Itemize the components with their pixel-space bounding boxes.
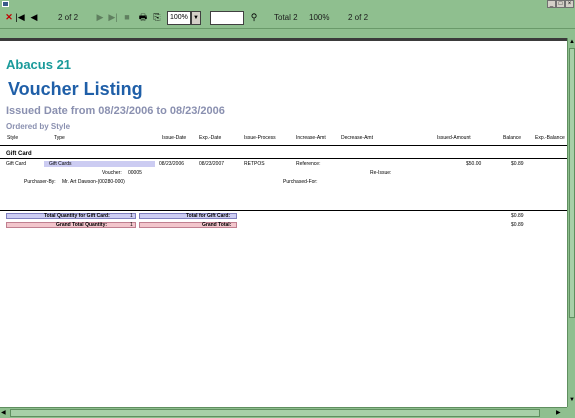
column-header-balance: Balance	[503, 135, 522, 141]
vertical-scrollbar[interactable]: ▲ ▼	[567, 38, 575, 407]
row-style: Gift Card	[6, 161, 27, 167]
purchaser-name: Mr. Art Dawson-(00280-000)	[62, 179, 125, 185]
scroll-up-icon[interactable]: ▲	[569, 39, 575, 45]
stop-load-icon[interactable]: ■	[121, 11, 133, 24]
section-title: Gift Card	[6, 151, 32, 157]
row-issue-process: RETPOS	[244, 161, 265, 167]
grand-total-value: $0.89	[511, 222, 524, 228]
report-title: Voucher Listing	[8, 79, 143, 99]
report-page: Abacus 21 Voucher Listing Issued Date fr…	[0, 38, 567, 407]
last-page-icon[interactable]: ▶|	[107, 11, 119, 24]
binoculars-search-icon[interactable]: ⚲	[248, 11, 260, 24]
total-value: $0.89	[511, 213, 524, 219]
totals-rule	[0, 210, 567, 211]
total-qty-value: 1	[130, 213, 133, 219]
row-issued-amount: $50.00	[466, 161, 482, 167]
grand-qty-label: Grand Total Quantity:	[56, 222, 108, 228]
next-page-icon[interactable]: ▶	[94, 11, 106, 24]
previous-page-icon[interactable]: ◀	[28, 11, 40, 24]
issued-date-range: Issued Date from 08/23/2006 to 08/23/200…	[6, 105, 225, 117]
export-icon[interactable]: ⎘	[151, 11, 163, 24]
column-header-issue-date: Issue-Date	[162, 135, 187, 141]
minimize-button[interactable]: _	[547, 0, 556, 8]
horizontal-scroll-thumb[interactable]	[10, 409, 540, 417]
section-rule	[0, 158, 567, 159]
total-qty-label: Total Quantity for Gift Card:	[44, 213, 110, 219]
horizontal-scrollbar[interactable]: ◀ ▶	[0, 407, 567, 418]
viewer-toolbar: ✕ |◀ ◀ 2 of 2 ▶ ▶| ■ 🖶 ⎘ 100% ▼ ⚲ Total …	[0, 8, 575, 29]
row-exp-date: 08/23/2007	[199, 161, 225, 167]
print-icon[interactable]: 🖶	[137, 11, 149, 24]
company-name: Abacus 21	[6, 57, 72, 72]
total-label: Total for Gift Card:	[186, 213, 231, 219]
row-reference-label: Reference:	[296, 161, 321, 167]
column-header-decrease-amt: Decrease-Amt	[341, 135, 373, 141]
row-balance: $0.89	[511, 161, 524, 167]
app-icon	[2, 1, 9, 7]
column-header-increase-amt: Increase-Amt	[296, 135, 326, 141]
grand-qty-value: 1	[130, 222, 133, 228]
column-header-style: Style	[7, 135, 19, 141]
ordered-by: Ordered by Style	[6, 122, 71, 131]
column-header-issue-process: Issue-Process	[244, 135, 276, 141]
header-rule	[0, 145, 567, 146]
page-indicator: 2 of 2	[58, 13, 79, 22]
scroll-left-icon[interactable]: ◀	[1, 409, 6, 416]
search-input[interactable]	[210, 11, 244, 25]
grand-total-label: Grand Total:	[202, 222, 232, 228]
vertical-scroll-thumb[interactable]	[569, 48, 575, 318]
reissue-label: Re-Issue:	[370, 170, 392, 176]
status-total: Total 2	[274, 13, 298, 22]
scroll-down-icon[interactable]: ▼	[569, 397, 575, 403]
report-viewer-window: _ □ × ✕ |◀ ◀ 2 of 2 ▶ ▶| ■ 🖶 ⎘ 100% ▼ ⚲ …	[0, 0, 575, 418]
zoom-dropdown-icon[interactable]: ▼	[191, 11, 201, 25]
first-page-icon[interactable]: |◀	[14, 11, 26, 24]
status-zoom: 100%	[309, 13, 330, 22]
scroll-right-icon[interactable]: ▶	[556, 409, 561, 416]
zoom-select[interactable]: 100%	[167, 11, 191, 25]
column-header-exp-date: Exp.-Date	[199, 135, 222, 141]
title-bar: _ □ ×	[0, 0, 575, 8]
voucher-number: 00005	[128, 170, 142, 176]
close-window-button[interactable]: ×	[565, 0, 574, 8]
maximize-button[interactable]: □	[556, 0, 565, 8]
column-header-exp-balance: Exp.-Balance	[535, 135, 565, 141]
purchaser-label: Purchaser-By:	[24, 179, 56, 185]
row-issue-date: 08/23/2006	[159, 161, 185, 167]
row-type: Gift Cards	[49, 161, 72, 167]
column-header-type: Type	[54, 135, 65, 141]
status-page: 2 of 2	[348, 13, 369, 22]
purchased-for-label: Purchased-For:	[283, 179, 318, 185]
voucher-label: Voucher:	[102, 170, 122, 176]
toolbar-divider	[0, 29, 575, 38]
column-header-issued-amount: Issued-Amount	[437, 135, 471, 141]
